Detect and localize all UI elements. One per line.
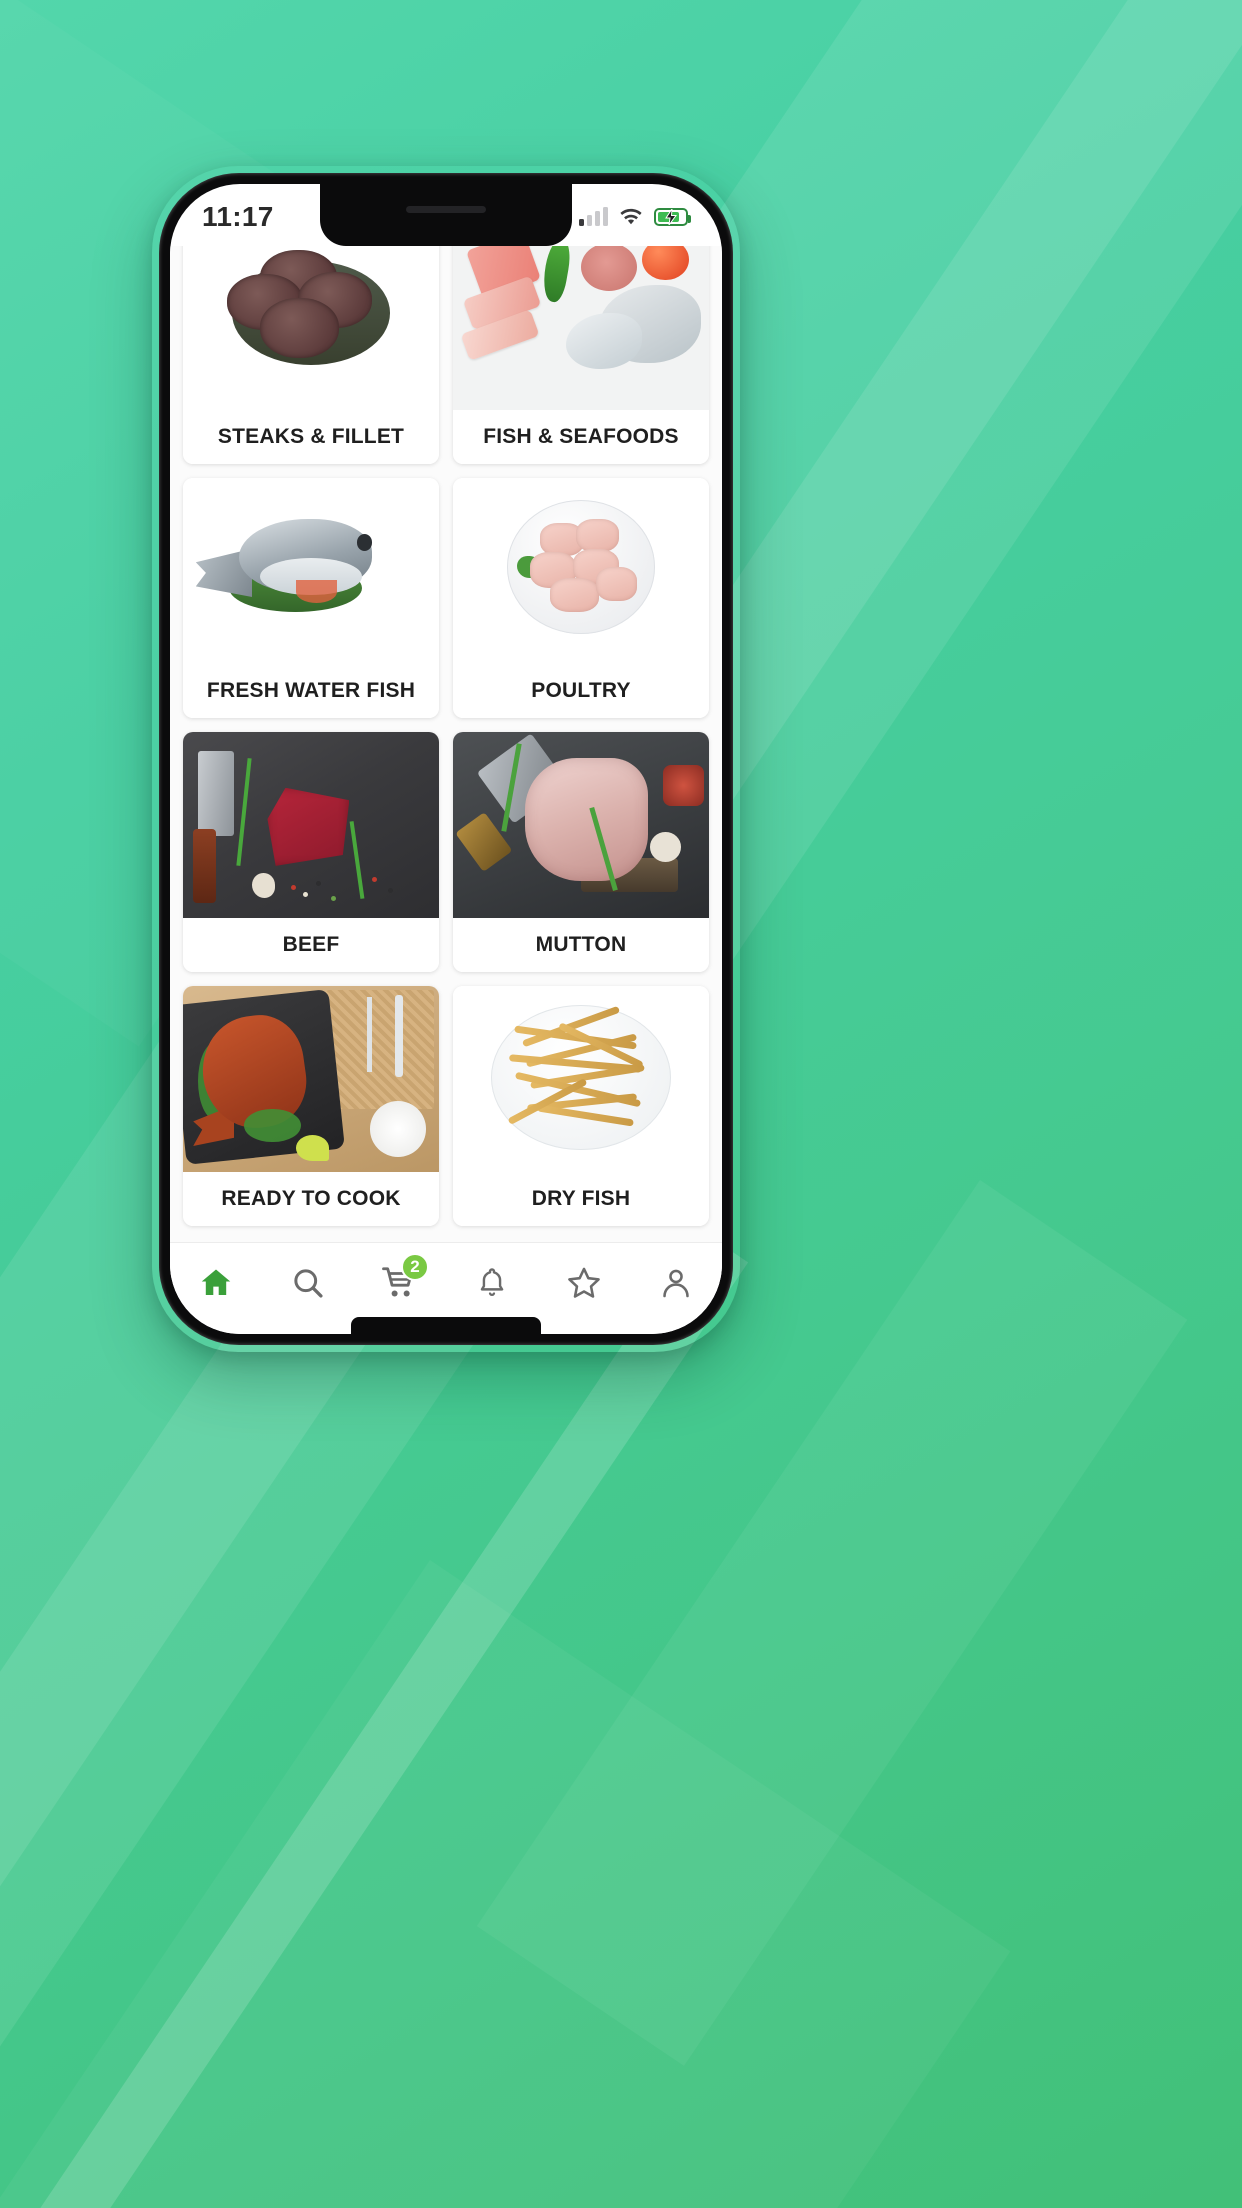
category-label: MUTTON [453, 918, 709, 972]
background-streak [0, 1230, 749, 2208]
wifi-icon [620, 208, 642, 225]
signal-bars-icon [579, 207, 608, 226]
category-grid: STEAKS & FILLET FISH & SEAFOODS FRESH WA… [170, 246, 722, 1226]
background-streak [0, 1560, 1011, 2208]
mutton-image [453, 732, 709, 918]
notifications-icon [480, 1268, 504, 1296]
category-card[interactable]: POULTRY [453, 478, 709, 718]
dry-fish-image [453, 986, 709, 1172]
phone-device-frame: 11:17 STEAKS & FILLET FISH & SEAFOODS FR… [152, 166, 740, 1352]
phone-bezel: 11:17 STEAKS & FILLET FISH & SEAFOODS FR… [159, 173, 733, 1345]
category-label: STEAKS & FILLET [183, 410, 439, 464]
category-card[interactable]: BEEF [183, 732, 439, 972]
fresh-water-fish-image [183, 478, 439, 664]
category-label: FRESH WATER FISH [183, 664, 439, 718]
phone-screen: 11:17 STEAKS & FILLET FISH & SEAFOODS FR… [170, 184, 722, 1334]
home-indicator [351, 1317, 541, 1334]
search-icon [294, 1269, 323, 1298]
category-label: FISH & SEAFOODS [453, 410, 709, 464]
fish-and-seafoods-image [453, 246, 709, 410]
category-card[interactable]: MUTTON [453, 732, 709, 972]
cart-badge: 2 [401, 1253, 429, 1281]
status-bar: 11:17 [170, 184, 722, 246]
category-card[interactable]: READY TO COOK [183, 986, 439, 1226]
home-icon [201, 1269, 231, 1295]
poultry-image [453, 478, 709, 664]
category-card[interactable]: FRESH WATER FISH [183, 478, 439, 718]
nav-item-home[interactable] [181, 1257, 251, 1309]
category-card[interactable]: FISH & SEAFOODS [453, 246, 709, 464]
category-label: DRY FISH [453, 1172, 709, 1226]
category-label: BEEF [183, 918, 439, 972]
category-label: POULTRY [453, 664, 709, 718]
ready-to-cook-image [183, 986, 439, 1172]
nav-item-notifications[interactable] [457, 1257, 527, 1309]
status-bar-icons [579, 207, 691, 226]
charging-bolt-icon [665, 209, 677, 225]
category-card[interactable]: STEAKS & FILLET [183, 246, 439, 464]
category-scroll-area[interactable]: STEAKS & FILLET FISH & SEAFOODS FRESH WA… [170, 246, 722, 1242]
nav-item-favorites[interactable] [549, 1257, 619, 1309]
nav-item-cart[interactable]: 2 [365, 1253, 435, 1309]
favorites-icon [568, 1267, 600, 1298]
nav-item-profile[interactable] [641, 1257, 711, 1309]
nav-item-search[interactable] [273, 1257, 343, 1309]
steaks-and-fillet-image [183, 246, 439, 410]
profile-icon [663, 1269, 689, 1298]
category-label: READY TO COOK [183, 1172, 439, 1226]
battery-charging-icon [654, 208, 691, 226]
category-card[interactable]: DRY FISH [453, 986, 709, 1226]
status-bar-clock: 11:17 [202, 201, 274, 232]
beef-image [183, 732, 439, 918]
